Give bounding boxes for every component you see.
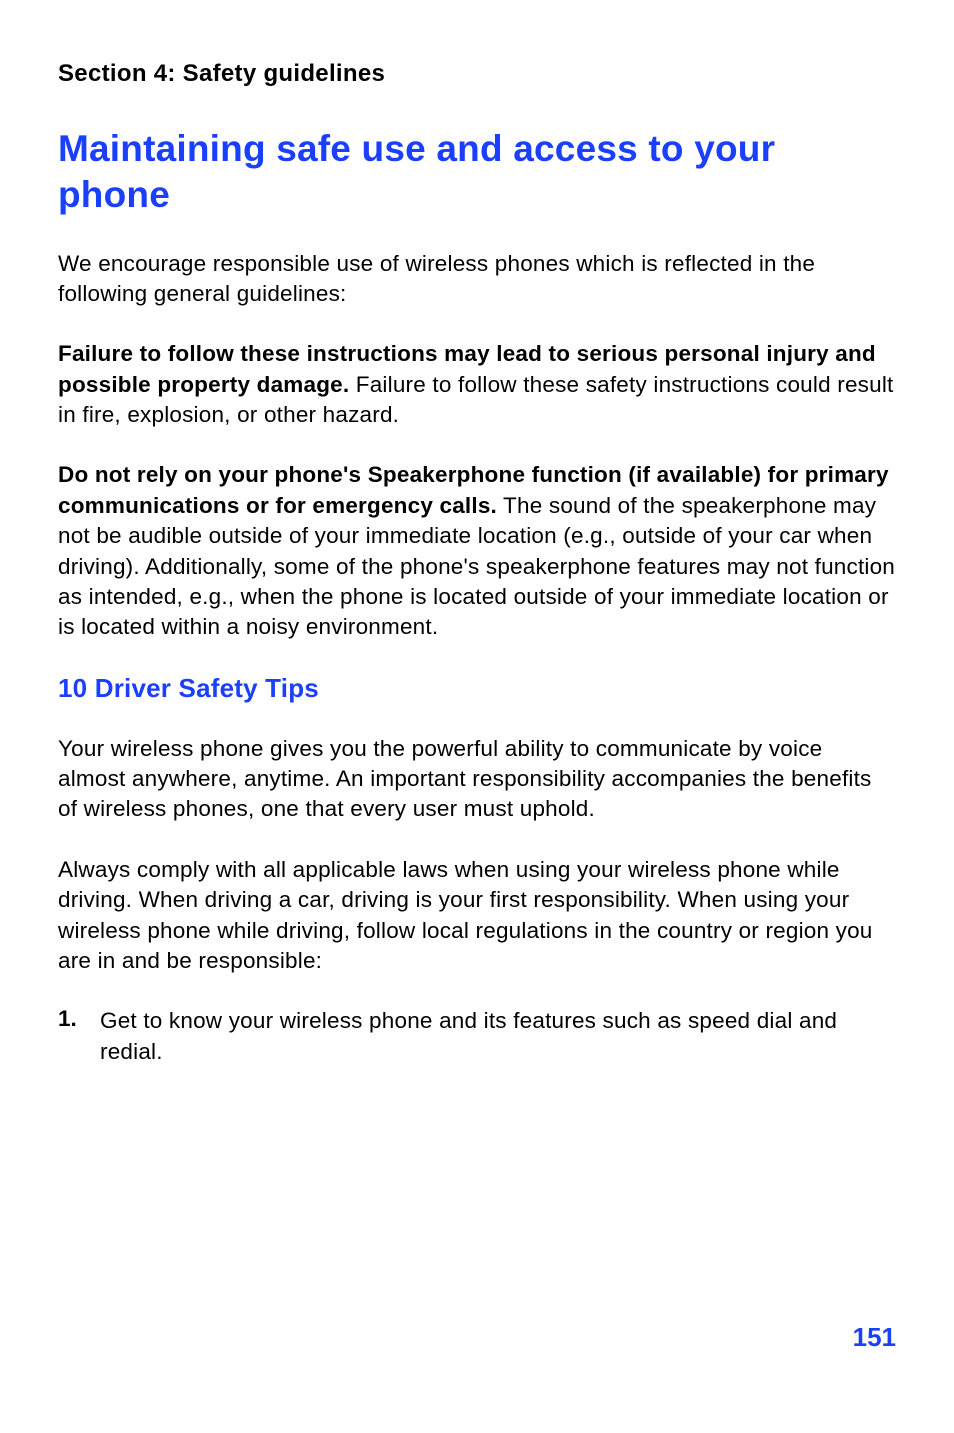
body-paragraph-4: Always comply with all applicable laws w… xyxy=(58,855,896,977)
warning-paragraph-2: Do not rely on your phone's Speakerphone… xyxy=(58,460,896,642)
page-number: 151 xyxy=(853,1322,896,1353)
intro-paragraph: We encourage responsible use of wireless… xyxy=(58,249,896,310)
warning-paragraph-1: Failure to follow these instructions may… xyxy=(58,339,896,430)
subheading: 10 Driver Safety Tips xyxy=(58,673,896,704)
list-item: 1. Get to know your wireless phone and i… xyxy=(58,1006,896,1067)
list-text: Get to know your wireless phone and its … xyxy=(100,1006,896,1067)
section-header: Section 4: Safety guidelines xyxy=(58,60,896,88)
page-title: Maintaining safe use and access to your … xyxy=(58,126,896,219)
list-number: 1. xyxy=(58,1006,100,1067)
body-paragraph-3: Your wireless phone gives you the powerf… xyxy=(58,734,896,825)
